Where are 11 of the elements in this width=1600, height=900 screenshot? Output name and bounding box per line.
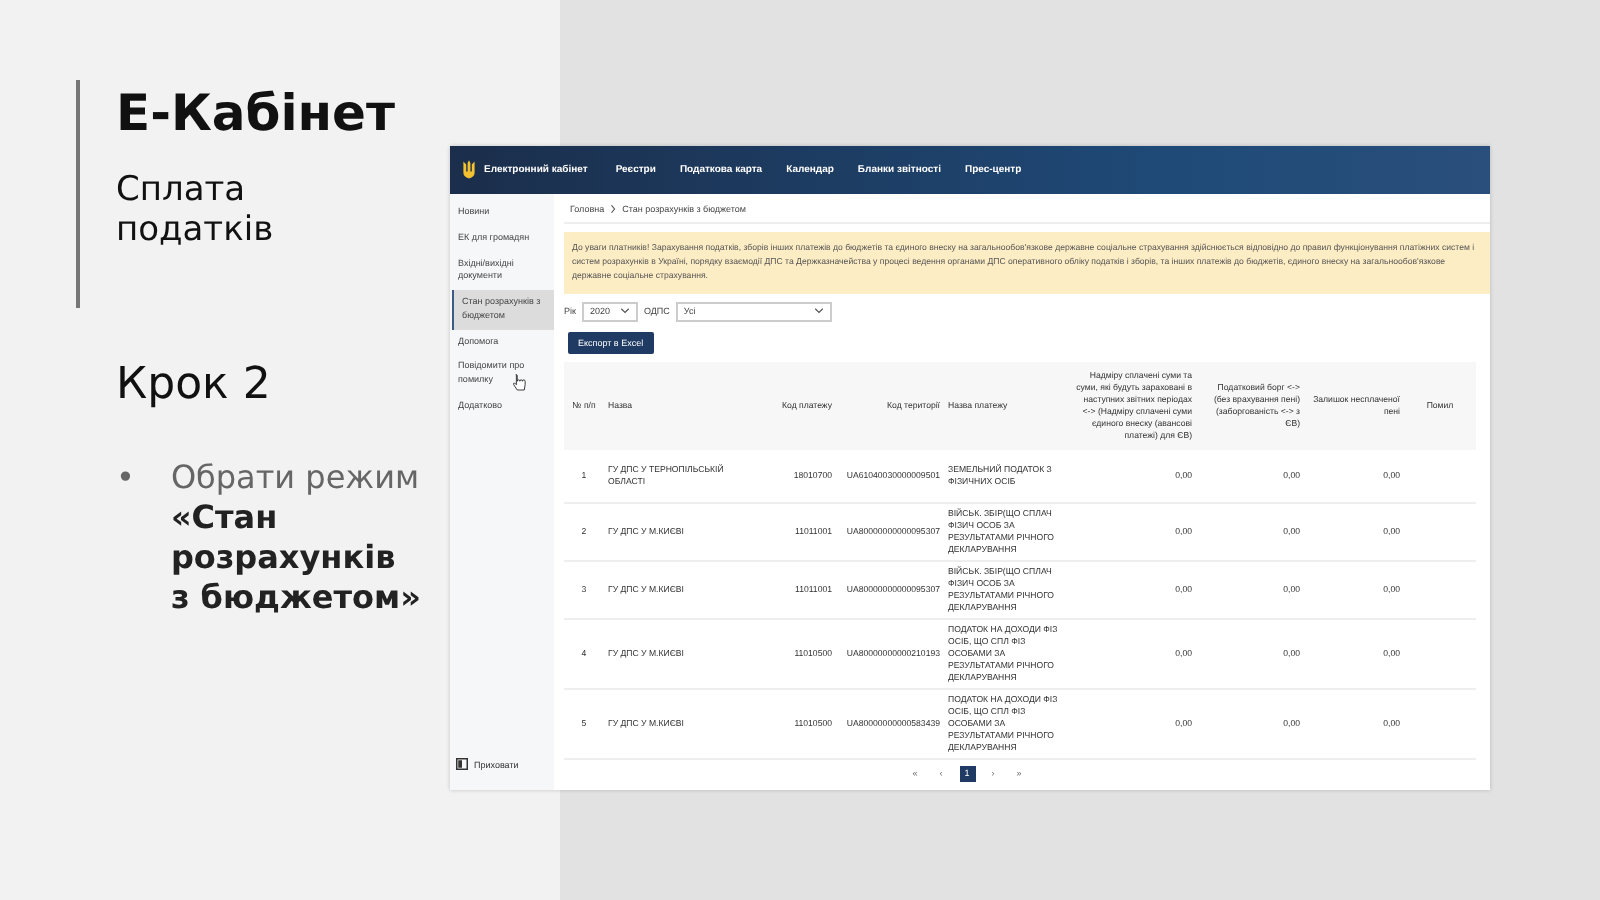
bullet-marker: • xyxy=(116,458,135,500)
hand-cursor-icon xyxy=(512,374,526,392)
trident-icon xyxy=(462,160,476,180)
bullet-text: Обрати режим «Стан розрахунків з бюджетом» xyxy=(170,458,421,618)
dropdown-caret-icon xyxy=(813,308,824,315)
chevron-icon xyxy=(610,203,617,213)
collapse-icon[interactable] xyxy=(456,758,468,770)
dropdown-caret-icon xyxy=(619,308,630,315)
slide-title: Е-Кабінет xyxy=(116,84,396,142)
slide-subtitle: Сплата податків xyxy=(116,170,276,252)
step-heading: Крок 2 xyxy=(116,360,271,410)
